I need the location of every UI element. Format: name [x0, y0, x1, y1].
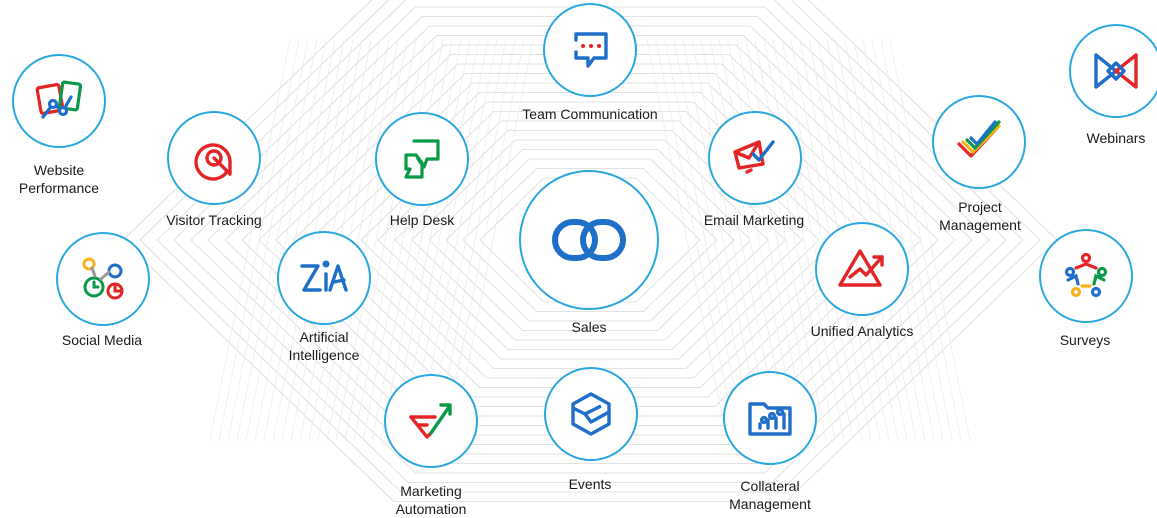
social-media-icon — [82, 257, 124, 300]
surveys-circle[interactable] — [1039, 229, 1133, 323]
website-performance-icon — [35, 80, 83, 119]
help-desk-icon — [404, 139, 440, 179]
collateral-management-circle[interactable] — [723, 371, 817, 465]
visitor-tracking-circle[interactable] — [167, 111, 261, 205]
events-icon — [571, 392, 611, 436]
project-management-label: Project Management — [939, 199, 1021, 233]
visitor-tracking-icon — [194, 143, 232, 181]
sales-label: Sales — [571, 319, 607, 335]
marketing-automation-icon — [409, 403, 452, 439]
background-hatch-line — [646, 39, 728, 441]
artificial-intelligence-circle[interactable] — [277, 231, 371, 325]
social-media-circle[interactable] — [56, 232, 150, 326]
zoho-crm-infinity-icon — [552, 219, 626, 261]
help-desk-label: Help Desk — [389, 212, 455, 228]
unified-analytics-circle[interactable] — [815, 222, 909, 316]
background-hatch-line — [218, 39, 300, 441]
visitor-tracking-label: Visitor Tracking — [166, 212, 262, 228]
email-marketing-label: Email Marketing — [703, 212, 805, 228]
email-marketing-icon — [733, 140, 775, 174]
surveys-icon — [1064, 252, 1108, 298]
team-communication-icon — [574, 32, 608, 68]
events-circle[interactable] — [544, 367, 638, 461]
unified-analytics-icon — [838, 249, 884, 287]
marketing-automation-circle[interactable] — [384, 374, 478, 468]
marketing-automation-label: Marketing Automation — [395, 483, 467, 517]
website-performance-label: Website Performance — [18, 162, 100, 196]
help-desk-circle[interactable] — [375, 112, 469, 206]
collateral-management-icon — [748, 402, 792, 436]
background-hatch-line — [655, 39, 737, 441]
project-management-circle[interactable] — [932, 95, 1026, 189]
team-communication-circle[interactable] — [543, 3, 637, 97]
sales-circle[interactable] — [519, 170, 659, 310]
artificial-intelligence-icon — [300, 260, 348, 292]
team-communication-label: Team Communication — [522, 106, 658, 122]
social-media-label: Social Media — [61, 332, 143, 348]
webinars-label: Webinars — [1086, 130, 1146, 146]
background-hatch-line — [664, 39, 746, 441]
unified-analytics-label: Unified Analytics — [810, 323, 914, 339]
website-performance-circle[interactable] — [12, 54, 106, 148]
webinars-icon — [1094, 53, 1138, 89]
background-hatch-line — [443, 39, 525, 441]
project-management-icon — [957, 120, 1001, 158]
surveys-label: Surveys — [1059, 332, 1111, 348]
artificial-intelligence-label: Artificial Intelligence — [288, 329, 360, 363]
background-hatch-line — [209, 39, 291, 441]
webinars-circle[interactable] — [1069, 24, 1157, 118]
collateral-management-label: Collateral Management — [729, 478, 811, 512]
email-marketing-circle[interactable] — [708, 111, 802, 205]
events-label: Events — [568, 476, 612, 492]
